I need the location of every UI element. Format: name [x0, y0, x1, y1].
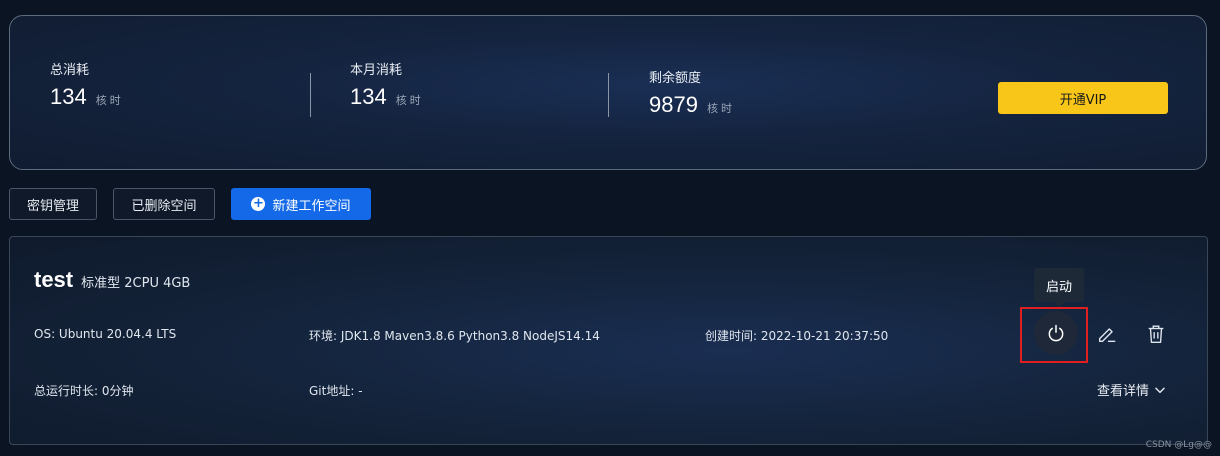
workspace-runtime: 总运行时长: 0分钟	[34, 384, 134, 398]
stat-monthly-usage: 本月消耗 134 核时	[350, 59, 424, 110]
stat-unit: 核时	[706, 102, 735, 115]
key-management-button[interactable]: 密钥管理	[9, 188, 97, 220]
workspace-environment: 环境: JDK1.8 Maven3.8.6 Python3.8 NodeJS14…	[309, 329, 600, 343]
watermark: CSDN @Lg@@	[1145, 440, 1212, 450]
workspace-spec: 标准型 2CPU 4GB	[81, 276, 191, 291]
stat-divider	[310, 73, 311, 117]
start-tooltip: 启动	[1034, 268, 1084, 307]
plus-circle-icon: +	[251, 196, 266, 211]
stat-unit: 核时	[95, 94, 124, 107]
stat-total-usage: 总消耗 134 核时	[50, 59, 124, 110]
workspace-os: OS: Ubuntu 20.04.4 LTS	[34, 327, 177, 341]
stat-label: 总消耗	[50, 63, 90, 78]
workspace-created-time: 创建时间: 2022-10-21 20:37:50	[705, 329, 889, 343]
stat-remaining-quota: 剩余额度 9879 核时	[649, 67, 735, 118]
open-vip-button[interactable]: 开通VIP	[998, 82, 1168, 114]
stat-value: 134	[50, 84, 87, 109]
trash-icon[interactable]	[1145, 323, 1167, 345]
start-power-button[interactable]	[1034, 311, 1078, 355]
new-workspace-label: 新建工作空间	[272, 198, 351, 214]
chevron-down-icon	[1155, 387, 1165, 393]
stat-divider	[608, 73, 609, 117]
new-workspace-button[interactable]: + 新建工作空间	[231, 188, 371, 220]
view-details-label: 查看详情	[1097, 384, 1150, 399]
view-details-link[interactable]: 查看详情	[1097, 380, 1167, 399]
usage-stats-card: 总消耗 134 核时 本月消耗 134 核时 剩余额度 9879 核时 开通VI…	[9, 15, 1207, 170]
workspace-git-address: Git地址: -	[309, 384, 363, 398]
edit-icon[interactable]	[1096, 323, 1118, 345]
stat-unit: 核时	[395, 94, 424, 107]
stat-value: 134	[350, 84, 387, 109]
workspace-card: test 标准型 2CPU 4GB OS: Ubuntu 20.04.4 LTS…	[9, 236, 1208, 445]
stat-label: 本月消耗	[350, 63, 403, 78]
stat-value: 9879	[649, 92, 698, 117]
workspace-name: test	[34, 267, 74, 292]
power-icon	[1048, 324, 1064, 342]
stat-label: 剩余额度	[649, 71, 702, 86]
deleted-spaces-button[interactable]: 已删除空间	[113, 188, 215, 220]
